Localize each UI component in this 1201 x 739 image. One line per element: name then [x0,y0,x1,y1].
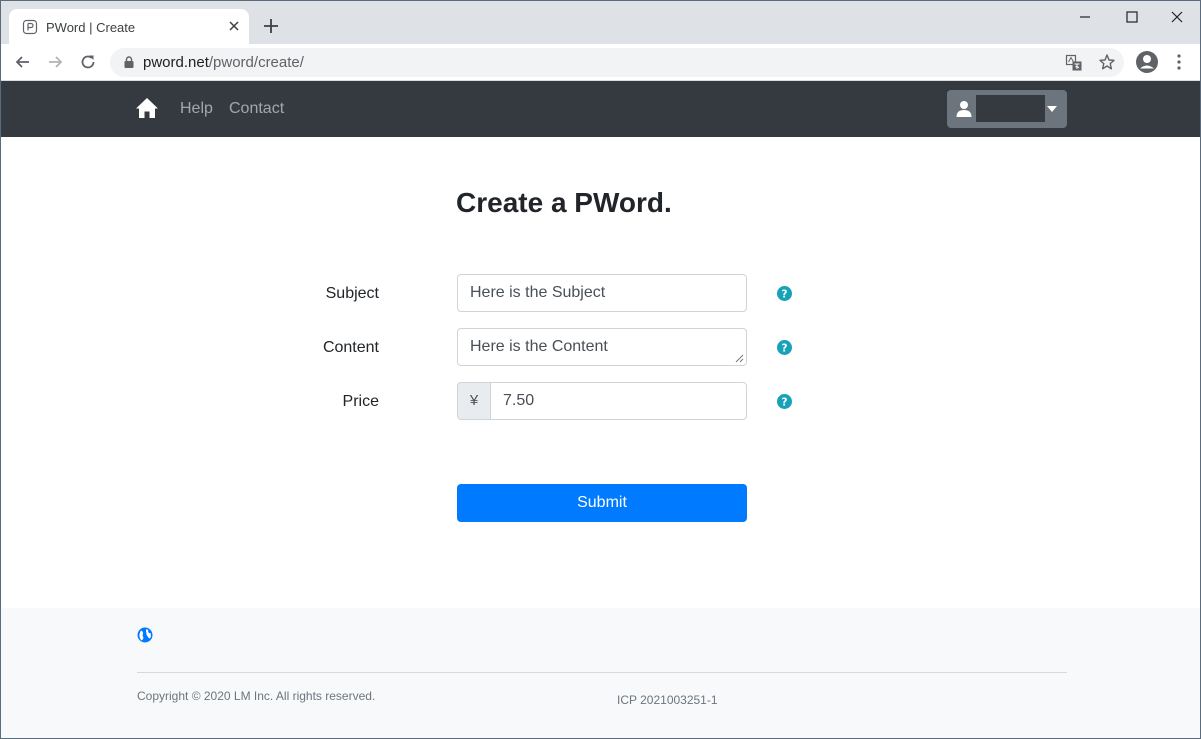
globe-icon[interactable] [137,627,153,643]
currency-prefix: ¥ [457,382,491,420]
content-label: Content [322,339,379,356]
price-label: Price [342,393,379,410]
address-bar[interactable]: pword.net/pword/create/ [110,48,1124,77]
submit-button[interactable]: Submit [457,484,747,522]
content-help-icon[interactable]: ? [777,340,792,355]
reload-icon[interactable] [78,52,98,72]
forward-arrow-icon[interactable] [45,52,65,72]
close-tab-icon[interactable] [225,17,243,35]
page-title: Create a PWord. [456,187,672,218]
user-menu-button[interactable] [947,90,1067,128]
browser-menu-icon[interactable] [1175,53,1183,71]
browser-window: PWord | Create pword.net/pword/create/ H… [0,0,1201,739]
subject-help-icon[interactable]: ? [777,286,792,301]
price-input-group: ¥ 7.50 [457,382,747,420]
browser-tab[interactable]: PWord | Create [9,9,249,44]
minimize-icon[interactable] [1075,7,1095,27]
new-tab-icon[interactable] [261,16,281,36]
user-name-redacted [976,95,1045,122]
svg-text:?: ? [782,396,788,408]
translate-icon[interactable] [1065,54,1083,72]
browser-toolbar: pword.net/pword/create/ [1,44,1200,81]
subject-label: Subject [325,285,379,302]
profile-avatar-icon[interactable] [1135,50,1159,74]
site-navbar: Help Contact [1,81,1200,137]
content-textarea[interactable]: Here is the Content [457,328,747,366]
price-help-icon[interactable]: ? [777,394,792,409]
url-path: /pword/create/ [208,54,304,71]
price-input[interactable]: 7.50 [490,382,747,420]
nav-link-help[interactable]: Help [180,100,213,118]
close-window-icon[interactable] [1167,7,1187,27]
content-value: Here is the Content [470,338,608,355]
maximize-icon[interactable] [1122,7,1142,27]
web-page: Help Contact Create a PWord. Subject Her… [1,81,1200,738]
resize-grip-icon[interactable] [735,354,744,363]
page-favicon-icon [22,19,38,35]
tab-title: PWord | Create [46,20,136,35]
footer-divider [137,672,1067,673]
tab-strip: PWord | Create [1,1,1200,44]
home-icon[interactable] [135,97,159,119]
site-footer: Copyright © 2020 LM Inc. All rights rese… [1,608,1200,738]
icp-license-link[interactable]: ICP 2021003251-1 [617,693,718,707]
subject-input[interactable]: Here is the Subject [457,274,747,312]
bookmark-star-icon[interactable] [1098,53,1116,71]
user-icon [956,101,972,117]
copyright-text: Copyright © 2020 LM Inc. All rights rese… [137,689,376,703]
lock-icon [124,56,134,68]
svg-text:?: ? [782,288,788,300]
url-host: pword.net [143,54,209,71]
back-arrow-icon[interactable] [13,52,33,72]
svg-text:?: ? [782,342,788,354]
nav-link-contact[interactable]: Contact [229,100,284,118]
url-text: pword.net/pword/create/ [143,54,304,71]
caret-down-icon [1047,106,1057,112]
